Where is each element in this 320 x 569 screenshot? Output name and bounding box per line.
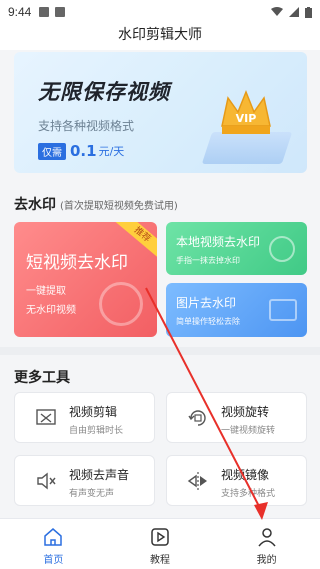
scissors-icon [36, 409, 56, 425]
banner-headline: 无限保存视频 [38, 80, 170, 104]
mirror-icon [187, 472, 207, 490]
short-video-watermark-card[interactable]: 推荐 短视频去水印 一键提取 无水印视频 [14, 222, 157, 337]
tools-section-title: 更多工具 [14, 370, 70, 386]
home-icon [44, 528, 63, 546]
watermark-section-note: (首次提取短视频免费试用) [60, 201, 178, 212]
tab-tutorial[interactable]: 教程 [107, 519, 214, 569]
mute-icon [37, 472, 56, 490]
tab-tutorial-label: 教程 [150, 555, 170, 566]
wifi-icon [271, 7, 283, 16]
film-reel-icon [99, 282, 143, 326]
tool-video-edit-title: 视频剪辑 [69, 405, 118, 419]
banner-price: 仅需 0.1 元/天 [38, 142, 124, 160]
short-video-card-line1: 一键提取 [26, 286, 66, 297]
tab-home-label: 首页 [43, 555, 64, 566]
tab-mine-label: 我的 [256, 555, 277, 566]
play-icon [151, 528, 169, 546]
banner-subtitle: 支持各种视频格式 [38, 119, 135, 133]
local-video-card-title: 本地视频去水印 [176, 235, 261, 249]
tool-video-mirror-desc: 支持多种格式 [221, 489, 276, 499]
local-video-card-desc: 手指一抹去掉水印 [176, 256, 240, 265]
tool-video-mirror-title: 视频镜像 [221, 468, 270, 482]
price-unit: 元/天 [98, 145, 125, 158]
tool-video-mute-desc: 有声变无声 [69, 489, 115, 499]
tab-home[interactable]: 首页 [0, 519, 107, 569]
vip-banner[interactable]: 无限保存视频 支持各种视频格式 仅需 0.1 元/天 VIP [14, 52, 307, 173]
price-value: 0.1 [70, 142, 97, 160]
status-time: 9:44 [8, 5, 32, 19]
tool-video-mute[interactable]: 视频去声音 有声变无声 [14, 455, 155, 506]
image-notification-icon [55, 7, 66, 17]
notification-icon [39, 7, 50, 17]
tab-mine[interactable]: 我的 [213, 519, 320, 569]
tool-video-mirror[interactable]: 视频镜像 支持多种格式 [166, 455, 307, 506]
signal-icon [289, 7, 299, 17]
price-tag: 仅需 [38, 142, 66, 160]
image-watermark-card[interactable]: 图片去水印 简单操作轻松去除 [166, 283, 307, 337]
bottom-tab-bar: 首页 教程 我的 [0, 518, 320, 569]
status-bar: 9:44 [0, 0, 320, 24]
tool-video-rotate-title: 视频旋转 [221, 405, 270, 419]
battery-icon [305, 6, 312, 18]
tool-video-rotate-desc: 一键视频旋转 [221, 426, 276, 436]
play-circle-icon [269, 236, 295, 262]
image-card-title: 图片去水印 [176, 296, 237, 310]
tool-video-edit[interactable]: 视频剪辑 自由剪辑时长 [14, 392, 155, 443]
short-video-card-title: 短视频去水印 [26, 253, 128, 273]
section-divider [0, 347, 320, 355]
local-video-watermark-card[interactable]: 本地视频去水印 手指一抹去掉水印 [166, 222, 307, 275]
picture-icon [269, 299, 297, 321]
watermark-section-title: 去水印 [14, 197, 56, 213]
vip-crown-icon: VIP [221, 89, 271, 134]
vip-badge-text: VIP [236, 112, 257, 125]
user-icon [258, 528, 276, 547]
image-card-desc: 简单操作轻松去除 [176, 317, 240, 326]
tool-video-mute-title: 视频去声音 [69, 468, 130, 482]
tool-video-rotate[interactable]: 视频旋转 一键视频旋转 [166, 392, 307, 443]
watermark-section-header: 去水印 (首次提取短视频免费试用) [14, 194, 178, 214]
tool-video-edit-desc: 自由剪辑时长 [69, 426, 124, 436]
short-video-card-line2: 无水印视频 [26, 305, 76, 316]
app-title: 水印剪辑大师 [0, 24, 320, 50]
rotate-icon [188, 410, 206, 426]
